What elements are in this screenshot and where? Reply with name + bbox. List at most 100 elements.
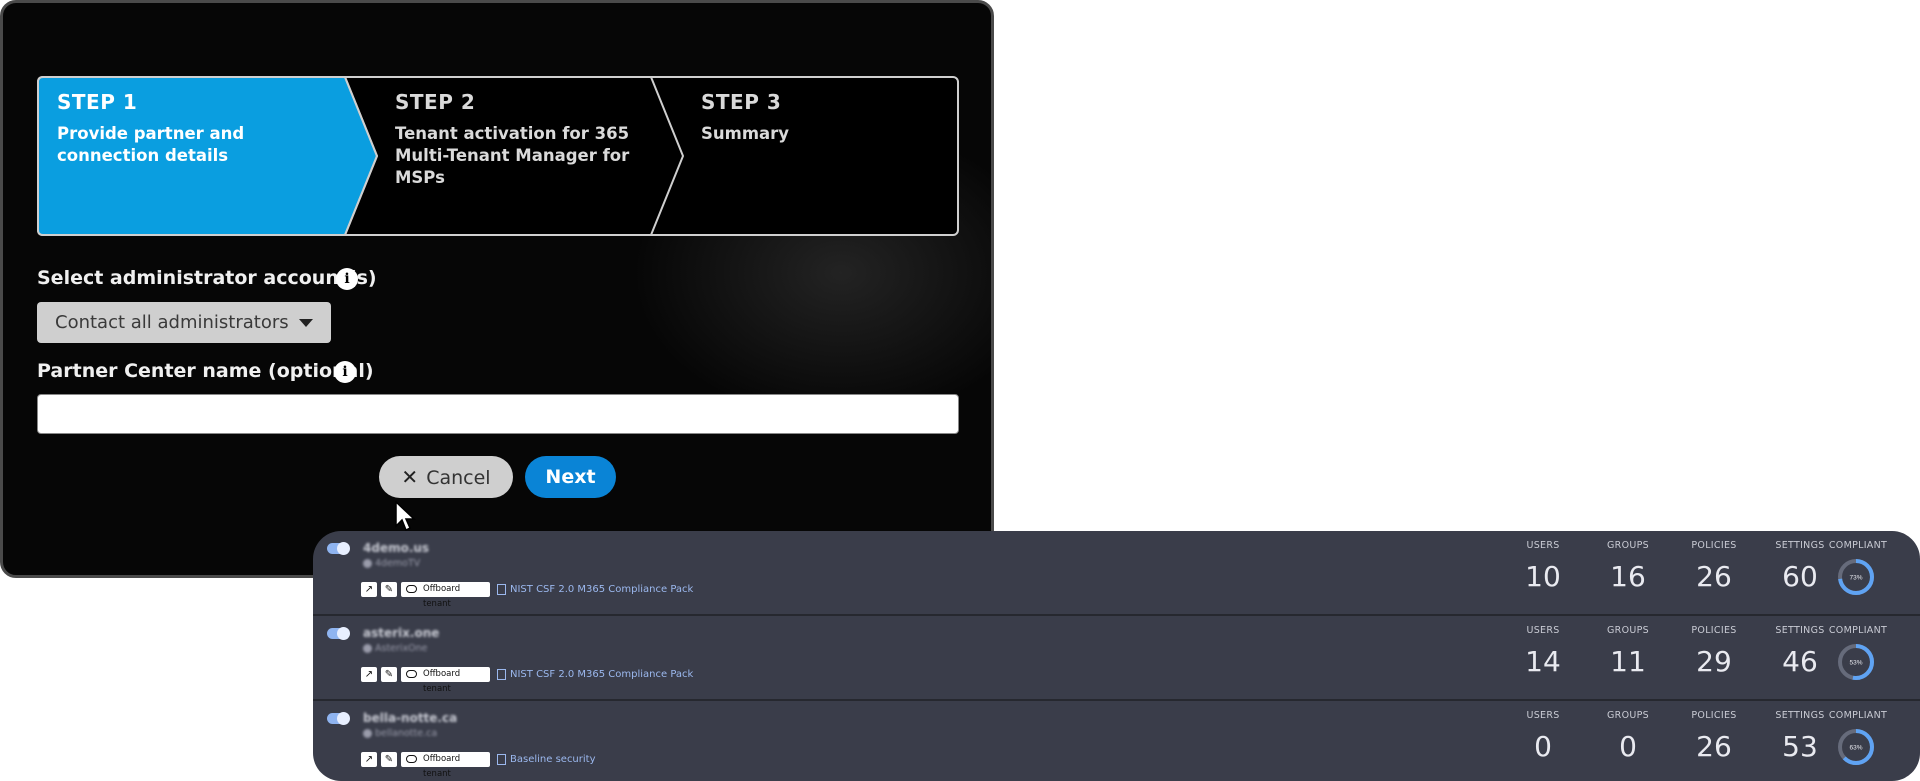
step-2-description: Tenant activation for 365 Multi-Tenant M… bbox=[395, 124, 630, 187]
policies-count: 29 bbox=[1696, 645, 1732, 678]
offboard-tenant-button[interactable]: Offboard tenant bbox=[401, 667, 490, 694]
open-external-icon[interactable]: ↗ bbox=[361, 752, 377, 767]
users-stat: USERS 14 bbox=[1503, 625, 1583, 678]
compliance-donut: 73% bbox=[1838, 559, 1874, 595]
compliance-percent: 73% bbox=[1849, 575, 1862, 582]
tenant-subtitle-text: AsterixOne bbox=[375, 643, 428, 654]
step-1: STEP 1 Provide partner and connection de… bbox=[37, 76, 377, 236]
groups-count: 11 bbox=[1610, 645, 1646, 678]
admin-account-dropdown[interactable]: Contact all administrators bbox=[37, 302, 331, 343]
open-external-icon[interactable]: ↗ bbox=[361, 667, 377, 682]
close-icon: ✕ bbox=[401, 465, 419, 489]
users-count: 10 bbox=[1525, 560, 1561, 593]
admin-account-selected: Contact all administrators bbox=[55, 312, 289, 333]
tenant-toggle[interactable] bbox=[327, 627, 350, 640]
users-header: USERS bbox=[1526, 625, 1560, 636]
compliance-pack-link[interactable]: Baseline security bbox=[497, 752, 596, 767]
cancel-label: Cancel bbox=[426, 467, 491, 489]
compliant-header: COMPLIANT bbox=[1828, 625, 1888, 636]
groups-header: GROUPS bbox=[1607, 540, 1649, 551]
wrench-icon[interactable]: ✎ bbox=[381, 582, 397, 597]
settings-count: 60 bbox=[1782, 560, 1818, 593]
tenant-subtitle: bellanotte.ca bbox=[363, 728, 437, 739]
groups-stat: GROUPS 11 bbox=[1588, 625, 1668, 678]
policies-header: POLICIES bbox=[1691, 710, 1737, 721]
info-icon[interactable]: i bbox=[336, 268, 358, 290]
policies-count: 26 bbox=[1696, 730, 1732, 763]
tenant-subtitle-text: bellanotte.ca bbox=[375, 728, 438, 739]
tenant-toggle[interactable] bbox=[327, 542, 350, 555]
tenant-name: 4demo.us bbox=[363, 541, 430, 555]
cloud-icon bbox=[406, 585, 417, 593]
mouse-cursor-icon bbox=[395, 501, 416, 532]
tenant-list: 4demo.us 4demoTV ↗ ✎ Offboard tenant NIS… bbox=[313, 531, 1920, 781]
policies-stat: POLICIES 29 bbox=[1674, 625, 1754, 678]
caret-down-icon bbox=[299, 319, 313, 327]
globe-icon bbox=[363, 729, 372, 738]
users-header: USERS bbox=[1526, 540, 1560, 551]
wrench-icon[interactable]: ✎ bbox=[381, 667, 397, 682]
table-row: asterix.one AsterixOne ↗ ✎ Offboard tena… bbox=[313, 614, 1920, 700]
step-3: STEP 3 Summary bbox=[683, 76, 959, 236]
table-row: 4demo.us 4demoTV ↗ ✎ Offboard tenant NIS… bbox=[313, 531, 1920, 615]
table-row: bella-notte.ca bellanotte.ca ↗ ✎ Offboar… bbox=[313, 699, 1920, 781]
partner-center-input[interactable] bbox=[37, 394, 959, 434]
users-stat: USERS 10 bbox=[1503, 540, 1583, 593]
users-stat: USERS 0 bbox=[1503, 710, 1583, 763]
step-2-title: STEP 2 bbox=[395, 90, 476, 114]
wrench-icon[interactable]: ✎ bbox=[381, 752, 397, 767]
admin-account-label: Select administrator account(s) bbox=[37, 267, 377, 289]
compliance-percent: 53% bbox=[1849, 660, 1862, 667]
compliance-pack-link[interactable]: NIST CSF 2.0 M365 Compliance Pack bbox=[497, 582, 693, 597]
compliance-pack-link[interactable]: NIST CSF 2.0 M365 Compliance Pack bbox=[497, 667, 693, 682]
info-icon[interactable]: i bbox=[334, 361, 356, 383]
policies-stat: POLICIES 26 bbox=[1674, 540, 1754, 593]
document-icon bbox=[497, 668, 506, 680]
tenant-subtitle: 4demoTV bbox=[363, 558, 420, 569]
policies-stat: POLICIES 26 bbox=[1674, 710, 1754, 763]
compliant-header: COMPLIANT bbox=[1828, 540, 1888, 551]
document-icon bbox=[497, 753, 506, 765]
compliance-donut: 63% bbox=[1838, 729, 1874, 765]
groups-stat: GROUPS 0 bbox=[1588, 710, 1668, 763]
next-button[interactable]: Next bbox=[525, 456, 616, 498]
step-2: STEP 2 Tenant activation for 365 Multi-T… bbox=[377, 76, 683, 236]
users-count: 0 bbox=[1534, 730, 1552, 763]
compliance-donut: 53% bbox=[1838, 644, 1874, 680]
compliance-pack-name: NIST CSF 2.0 M365 Compliance Pack bbox=[510, 669, 694, 680]
settings-count: 53 bbox=[1782, 730, 1818, 763]
compliance-pack-name: NIST CSF 2.0 M365 Compliance Pack bbox=[510, 584, 694, 595]
step-1-title: STEP 1 bbox=[57, 90, 138, 114]
step-3-title: STEP 3 bbox=[701, 90, 782, 114]
offboard-tenant-button[interactable]: Offboard tenant bbox=[401, 582, 490, 609]
compliance-pack-name: Baseline security bbox=[510, 754, 596, 765]
tenant-subtitle: AsterixOne bbox=[363, 643, 428, 654]
cancel-button[interactable]: ✕ Cancel bbox=[379, 456, 513, 498]
policies-header: POLICIES bbox=[1691, 540, 1737, 551]
compliance-percent: 63% bbox=[1849, 745, 1862, 752]
globe-icon bbox=[363, 559, 372, 568]
step-1-description: Provide partner and connection details bbox=[57, 124, 245, 165]
open-external-icon[interactable]: ↗ bbox=[361, 582, 377, 597]
users-count: 14 bbox=[1525, 645, 1561, 678]
tenant-name: bella-notte.ca bbox=[363, 711, 458, 725]
policies-count: 26 bbox=[1696, 560, 1732, 593]
groups-stat: GROUPS 16 bbox=[1588, 540, 1668, 593]
globe-icon bbox=[363, 644, 372, 653]
compliant-header: COMPLIANT bbox=[1828, 710, 1888, 721]
step-3-description: Summary bbox=[701, 124, 790, 143]
groups-count: 16 bbox=[1610, 560, 1646, 593]
offboard-label: Offboard tenant bbox=[423, 754, 461, 779]
groups-count: 0 bbox=[1619, 730, 1637, 763]
offboard-label: Offboard tenant bbox=[423, 584, 461, 609]
cloud-icon bbox=[406, 670, 417, 678]
offboard-tenant-button[interactable]: Offboard tenant bbox=[401, 752, 490, 779]
policies-header: POLICIES bbox=[1691, 625, 1737, 636]
tenant-toggle[interactable] bbox=[327, 712, 350, 725]
partner-center-label: Partner Center name (optional) bbox=[37, 360, 374, 382]
groups-header: GROUPS bbox=[1607, 625, 1649, 636]
cloud-icon bbox=[406, 755, 417, 763]
offboard-label: Offboard tenant bbox=[423, 669, 461, 694]
document-icon bbox=[497, 583, 506, 595]
users-header: USERS bbox=[1526, 710, 1560, 721]
